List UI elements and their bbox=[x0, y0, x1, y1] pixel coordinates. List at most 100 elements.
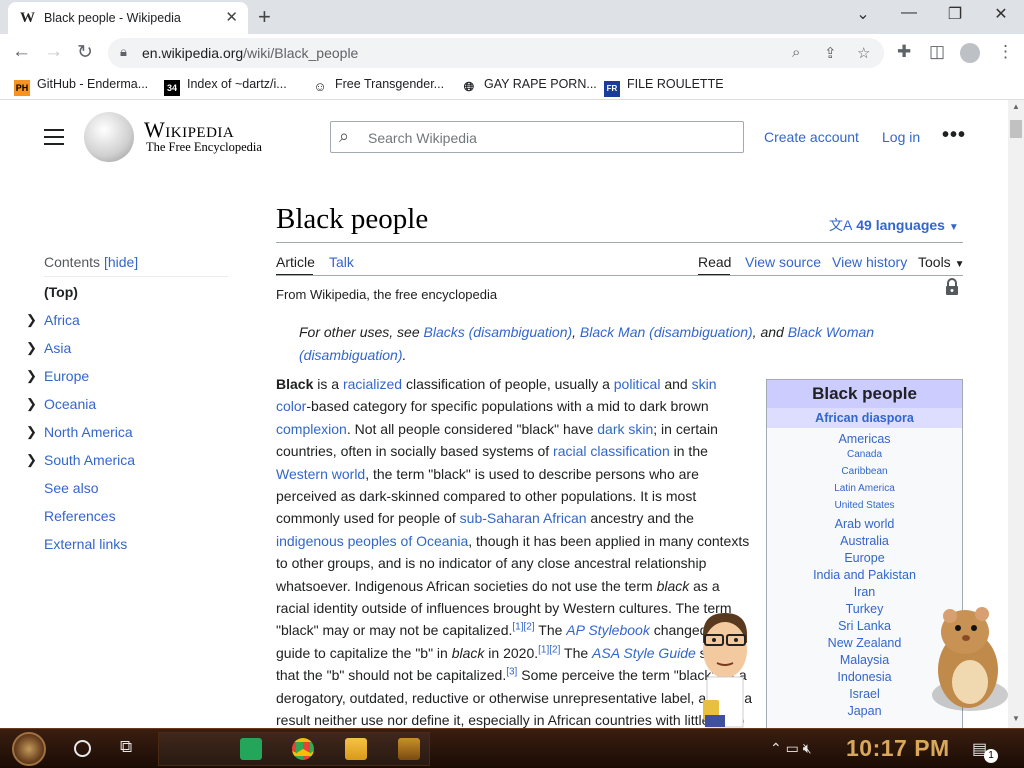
page-scrollbar[interactable]: ▲ ▼ bbox=[1008, 100, 1024, 728]
restore-icon[interactable]: ❐ bbox=[940, 4, 970, 24]
back-icon[interactable]: ← bbox=[12, 41, 31, 63]
link-dark-skin[interactable]: dark skin bbox=[597, 421, 653, 437]
scrollbar-thumb[interactable] bbox=[1010, 120, 1022, 138]
taskbar-clock[interactable]: 10:17 PM bbox=[846, 735, 950, 762]
infobox-item[interactable]: Arab world bbox=[767, 517, 962, 531]
link-political[interactable]: political bbox=[614, 376, 661, 392]
tab-view-history[interactable]: View history bbox=[832, 254, 907, 270]
infobox-item[interactable]: Canada bbox=[767, 449, 962, 460]
lock-icon[interactable]: 🔒︎ bbox=[120, 44, 127, 60]
zoom-search-icon[interactable]: ⌕ bbox=[792, 44, 800, 61]
main-menu-icon[interactable] bbox=[44, 129, 64, 145]
link-sub-saharan-african[interactable]: sub-Saharan African bbox=[460, 510, 587, 526]
languages-button[interactable]: 文A 49 languages ▼ bbox=[829, 215, 959, 235]
task-view-icon[interactable]: ⧉ bbox=[120, 737, 132, 757]
citation-ref[interactable]: [1][2] bbox=[512, 622, 534, 633]
toc-item-north-america[interactable]: North America bbox=[44, 424, 133, 440]
page-title: Black people bbox=[276, 203, 429, 235]
link-indigenous-peoples-of-oceania[interactable]: indigenous peoples of Oceania bbox=[276, 533, 468, 549]
url-host: en.wikipedia.org bbox=[142, 45, 244, 61]
toc-item-see-also[interactable]: See also bbox=[44, 480, 98, 496]
infobox-item[interactable]: Australia bbox=[767, 534, 962, 548]
infobox-subtitle-link[interactable]: African diaspora bbox=[767, 408, 962, 428]
bookmark-free-transgender[interactable]: ☺ Free Transgender... bbox=[312, 77, 444, 95]
link-blacks-disambiguation[interactable]: Blacks (disambiguation) bbox=[424, 324, 573, 340]
toc-item-references[interactable]: References bbox=[44, 508, 116, 524]
address-bar[interactable]: 🔒︎ en.wikipedia.org/wiki/Black_people ⌕ … bbox=[108, 38, 884, 68]
url-text[interactable]: en.wikipedia.org/wiki/Black_people bbox=[142, 45, 358, 61]
extensions-icon[interactable]: ✚ bbox=[897, 42, 911, 62]
profile-avatar-icon[interactable] bbox=[960, 43, 980, 63]
create-account-link[interactable]: Create account bbox=[764, 129, 859, 145]
toc-item-europe[interactable]: Europe bbox=[44, 368, 89, 384]
window-close-icon[interactable]: ✕ bbox=[986, 4, 1016, 24]
forward-icon[interactable]: → bbox=[44, 41, 63, 63]
scroll-down-icon[interactable]: ▼ bbox=[1012, 714, 1020, 723]
bookmark-star-icon[interactable]: ☆ bbox=[857, 44, 870, 62]
citation-ref[interactable]: [1][2] bbox=[538, 644, 560, 655]
start-button-icon[interactable] bbox=[12, 732, 46, 766]
search-input[interactable]: ⌕ Search Wikipedia bbox=[330, 121, 744, 153]
side-panel-icon[interactable]: ◫ bbox=[929, 42, 945, 62]
toc-item-external-links[interactable]: External links bbox=[44, 536, 127, 552]
link-complexion[interactable]: complexion bbox=[276, 421, 347, 437]
contents-hide-link[interactable]: [hide] bbox=[104, 254, 138, 270]
infobox-item[interactable]: Caribbean bbox=[767, 466, 962, 477]
infobox-item[interactable]: United States bbox=[767, 500, 962, 511]
hamster-desktop-pet[interactable] bbox=[920, 600, 1010, 715]
system-tray-icons[interactable]: ⌃ ▭ 🔇︎ bbox=[770, 740, 812, 757]
browser-menu-icon[interactable]: ⋮ bbox=[997, 42, 1014, 62]
reload-icon[interactable]: ↻ bbox=[77, 41, 93, 64]
bookmark-github[interactable]: PH GitHub - Enderma... bbox=[14, 77, 148, 96]
minimize-icon[interactable]: — bbox=[894, 4, 924, 22]
infobox-item[interactable]: Latin America bbox=[767, 483, 962, 494]
infobox-item[interactable]: Europe bbox=[767, 551, 962, 565]
infobox-item[interactable]: Americas bbox=[767, 432, 962, 446]
tab-read[interactable]: Read bbox=[698, 254, 731, 270]
toc-item-south-america[interactable]: South America bbox=[44, 452, 135, 468]
toc-item-asia[interactable]: Asia bbox=[44, 340, 71, 356]
chevron-right-icon[interactable]: ❯ bbox=[26, 368, 37, 384]
tab-view-source[interactable]: View source bbox=[745, 254, 821, 270]
browser-tab[interactable]: W Black people - Wikipedia ✕ bbox=[8, 2, 248, 34]
scroll-up-icon[interactable]: ▲ bbox=[1012, 102, 1020, 111]
link-western-world[interactable]: Western world bbox=[276, 466, 365, 482]
infobox-item[interactable]: Iran bbox=[767, 585, 962, 599]
bookmark-index-dartz[interactable]: 34 Index of ~dartz/i... bbox=[164, 77, 287, 96]
title-divider bbox=[276, 242, 963, 243]
tab-search-chevron-icon[interactable]: ⌄ bbox=[848, 4, 878, 24]
tab-article[interactable]: Article bbox=[276, 254, 315, 270]
bookmark-gay-rape[interactable]: 🌐︎ GAY RAPE PORN... bbox=[461, 77, 597, 95]
notes-app-icon[interactable] bbox=[240, 738, 262, 760]
link-racialized[interactable]: racialized bbox=[343, 376, 402, 392]
chevron-right-icon[interactable]: ❯ bbox=[26, 424, 37, 440]
protected-lock-icon[interactable] bbox=[945, 278, 959, 296]
file-explorer-icon[interactable] bbox=[345, 738, 367, 760]
share-icon[interactable]: ⇪ bbox=[824, 44, 837, 62]
chevron-right-icon[interactable]: ❯ bbox=[26, 396, 37, 412]
wikipedia-globe-logo[interactable] bbox=[84, 112, 134, 162]
tab-talk[interactable]: Talk bbox=[329, 254, 354, 270]
chevron-right-icon[interactable]: ❯ bbox=[26, 452, 37, 468]
cartoon-character-desktop-pet[interactable] bbox=[695, 605, 755, 730]
link-racial-classification[interactable]: racial classification bbox=[553, 443, 670, 459]
chrome-app-icon[interactable] bbox=[292, 738, 314, 760]
citation-ref[interactable]: [3] bbox=[506, 667, 517, 678]
infobox-item[interactable]: India and Pakistan bbox=[767, 568, 962, 582]
bookmark-file-roulette[interactable]: FR FILE ROULETTE bbox=[604, 77, 724, 97]
toc-item-oceania[interactable]: Oceania bbox=[44, 396, 96, 412]
more-options-icon[interactable]: ••• bbox=[942, 124, 966, 147]
tools-menu[interactable]: Tools ▼ bbox=[918, 254, 964, 270]
chevron-right-icon[interactable]: ❯ bbox=[26, 312, 37, 328]
search-circle-icon[interactable] bbox=[74, 740, 91, 757]
toc-item-africa[interactable]: Africa bbox=[44, 312, 80, 328]
link-black-man-disambiguation[interactable]: Black Man (disambiguation) bbox=[580, 324, 753, 340]
link-asa-style-guide[interactable]: ASA Style Guide bbox=[592, 645, 696, 661]
game-app-icon[interactable] bbox=[398, 738, 420, 760]
link-ap-stylebook[interactable]: AP Stylebook bbox=[566, 622, 650, 638]
new-tab-icon[interactable]: + bbox=[258, 4, 271, 30]
tab-close-icon[interactable]: ✕ bbox=[225, 8, 238, 26]
chevron-right-icon[interactable]: ❯ bbox=[26, 340, 37, 356]
log-in-link[interactable]: Log in bbox=[882, 129, 920, 145]
toc-top[interactable]: (Top) bbox=[44, 284, 78, 300]
